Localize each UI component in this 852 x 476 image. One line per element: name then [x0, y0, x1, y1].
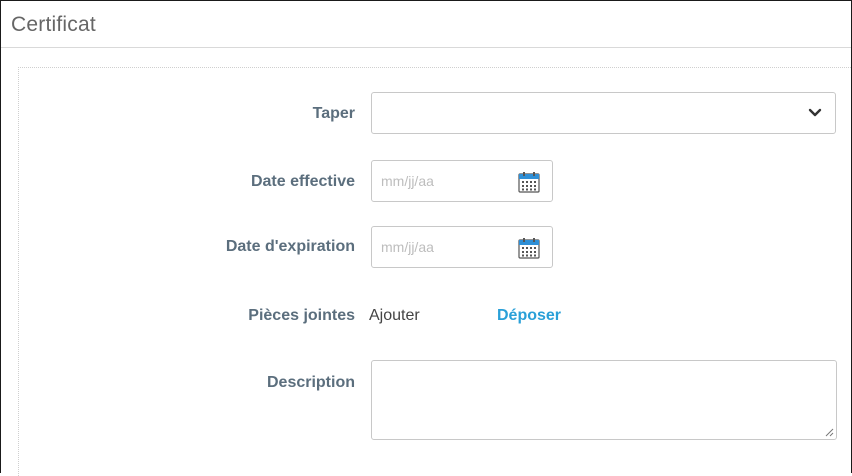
title-divider — [1, 47, 851, 48]
effective-date-field[interactable]: mm/jj/aa — [371, 160, 553, 202]
effective-date-label: Date effective — [250, 173, 355, 190]
certificate-card: Certificat Taper Date effective mm/jj/aa… — [0, 0, 852, 476]
type-select[interactable] — [371, 92, 836, 134]
resize-grip-icon[interactable] — [824, 427, 834, 437]
upload-attachment-link[interactable]: Déposer — [497, 307, 561, 325]
effective-date-placeholder: mm/jj/aa — [381, 173, 434, 189]
add-attachment-link[interactable]: Ajouter — [369, 307, 420, 325]
type-label: Taper — [312, 105, 355, 122]
description-label: Description — [266, 374, 355, 391]
calendar-icon[interactable] — [517, 236, 541, 260]
expiration-date-label: Date d'expiration — [225, 238, 355, 255]
chevron-down-icon — [808, 108, 822, 117]
attachments-label: Pièces jointes — [248, 307, 355, 324]
expiration-date-field[interactable]: mm/jj/aa — [371, 226, 553, 268]
calendar-icon[interactable] — [517, 170, 541, 194]
section-title: Certificat — [11, 13, 96, 36]
description-textarea[interactable] — [371, 360, 837, 440]
expiration-date-placeholder: mm/jj/aa — [381, 239, 434, 255]
